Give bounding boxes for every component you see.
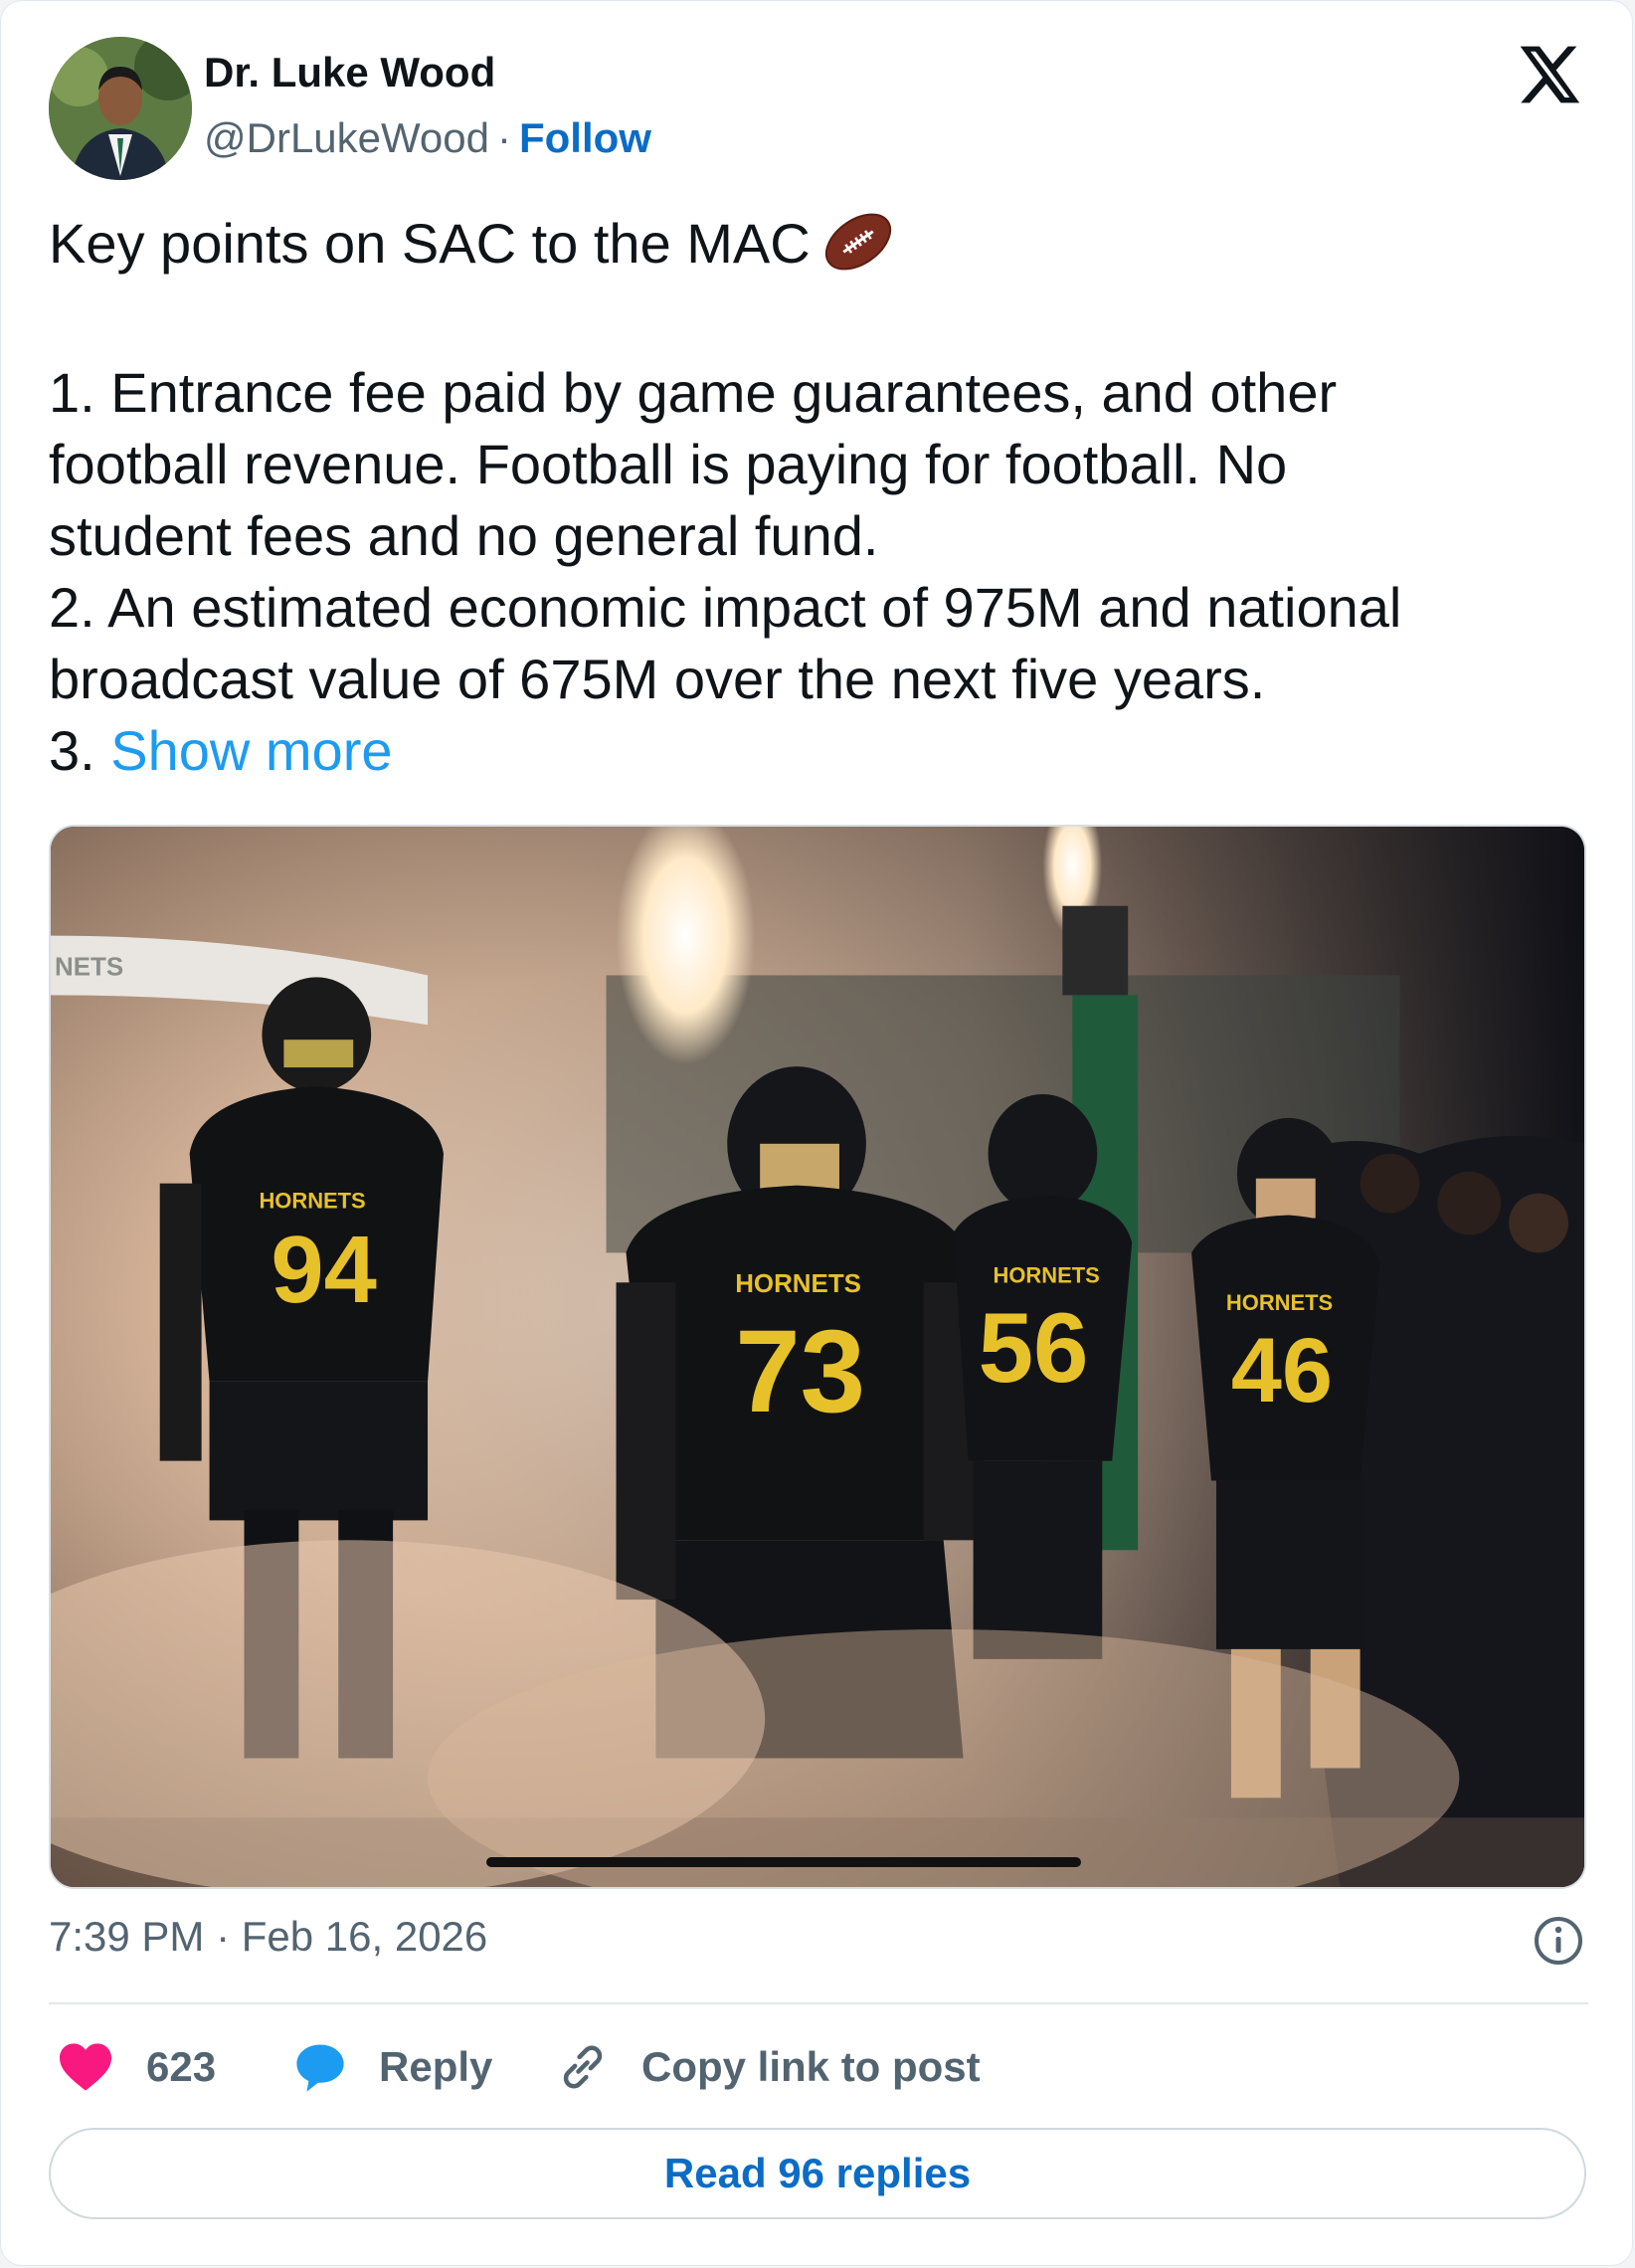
like-button[interactable]: 623 [57, 2030, 216, 2104]
reply-bubble-icon [296, 2044, 344, 2092]
media-scrub-bar[interactable] [486, 1857, 1081, 1867]
tweet-line-2: 1. Entrance fee paid by game guarantees,… [49, 361, 1338, 425]
football-team-photo: NETS HORNETS 94 HORNETS 73 HORNETS 56 HO… [51, 827, 1584, 1887]
post-header: Dr. Luke Wood @DrLukeWood · Follow [49, 35, 1586, 184]
post-card: Dr. Luke Wood @DrLukeWood · Follow Key poi… [0, 0, 1633, 2266]
info-icon[interactable] [1533, 1915, 1584, 1967]
reply-button[interactable]: Reply [293, 2030, 492, 2104]
x-logo-icon[interactable] [1515, 41, 1582, 108]
jersey-team-73: HORNETS [735, 1270, 861, 1298]
tweet-text: Key points on SAC to the MAC 1. Entrance… [49, 208, 1600, 787]
like-count: 623 [146, 2043, 217, 2090]
read-replies-button[interactable]: Read 96 replies [49, 2128, 1586, 2219]
follow-button[interactable]: Follow [519, 114, 651, 161]
link-icon [563, 2045, 603, 2089]
post-timestamp[interactable]: 7:39 PM · Feb 16, 2026 [49, 1913, 487, 1961]
avatar[interactable] [49, 37, 192, 180]
tweet-line-1: Key points on SAC to the MAC [49, 212, 811, 275]
jersey-number-73: 73 [735, 1306, 865, 1436]
jersey-number-94: 94 [271, 1217, 376, 1323]
jersey-team-46: HORNETS [1226, 1290, 1333, 1315]
jersey-number-56: 56 [979, 1293, 1089, 1404]
jersey-number-46: 46 [1231, 1320, 1333, 1421]
jersey-team-94: HORNETS [259, 1189, 365, 1214]
author-name[interactable]: Dr. Luke Wood [204, 49, 495, 96]
banner-text: NETS [55, 953, 123, 981]
tweet-line-4: student fees and no general fund. [49, 504, 879, 568]
separator: · [497, 114, 511, 161]
tweet-line-7-prefix: 3. [49, 719, 111, 783]
post-media-photo[interactable]: NETS HORNETS 94 HORNETS 73 HORNETS 56 HO… [49, 825, 1586, 1889]
show-more-link[interactable]: Show more [110, 719, 392, 782]
heart-icon [60, 2043, 111, 2091]
american-football-icon [824, 213, 891, 271]
author-handle-row: @DrLukeWood · Follow [204, 114, 651, 162]
tweet-line-3: football revenue. Football is paying for… [49, 433, 1288, 496]
author-handle[interactable]: @DrLukeWood [204, 114, 489, 161]
jersey-team-56: HORNETS [994, 1262, 1100, 1287]
copy-link-button[interactable]: Copy link to post [556, 2030, 981, 2104]
tweet-line-6: broadcast value of 675M over the next fi… [49, 648, 1266, 711]
reply-label: Reply [379, 2043, 493, 2090]
action-bar: 623 Reply Copy link to post [49, 2030, 1586, 2104]
copy-link-label: Copy link to post [641, 2043, 981, 2090]
tweet-line-5: 2. An estimated economic impact of 975M … [49, 576, 1402, 640]
divider [49, 2002, 1588, 2004]
